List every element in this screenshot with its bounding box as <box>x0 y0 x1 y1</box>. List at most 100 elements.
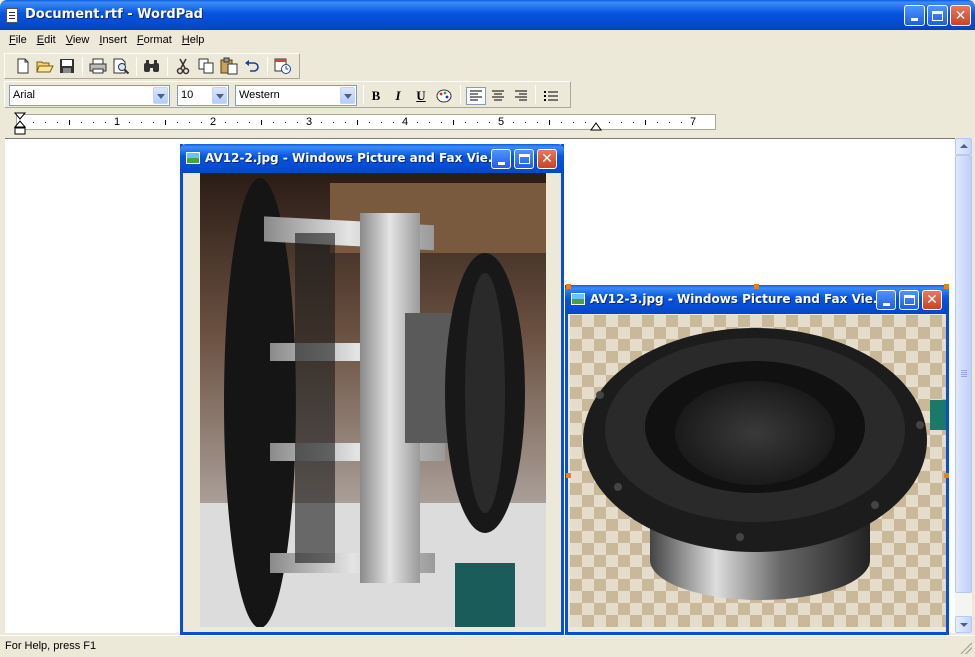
print-preview-button[interactable] <box>111 57 131 75</box>
menu-edit[interactable]: Edit <box>32 34 61 46</box>
find-button[interactable] <box>142 57 162 75</box>
indent-marker-icon[interactable] <box>14 112 26 136</box>
color-button[interactable] <box>434 87 454 105</box>
menu-insert[interactable]: Insert <box>94 34 132 46</box>
viewer-title-bar[interactable]: AV12-2.jpg - Windows Picture and Fax Vie… <box>180 144 564 173</box>
ruler-tick <box>237 122 238 123</box>
insert-date-time-button[interactable] <box>273 57 293 75</box>
ruler-tick <box>201 122 202 123</box>
save-button[interactable] <box>57 57 77 75</box>
close-icon: ✕ <box>954 7 967 24</box>
close-button[interactable]: ✕ <box>950 5 971 26</box>
viewer-title: AV12-3.jpg - Windows Picture and Fax Vie… <box>590 292 887 306</box>
align-left-button[interactable] <box>466 87 486 105</box>
grip-icon <box>961 370 967 377</box>
ruler-tick <box>249 122 250 123</box>
ruler-tick <box>153 122 154 123</box>
ruler-tick <box>621 122 622 123</box>
standard-toolbar <box>4 53 300 79</box>
scroll-up-button[interactable] <box>955 138 972 155</box>
new-icon <box>17 58 29 74</box>
menu-file[interactable]: File <box>4 34 32 46</box>
ruler-number: 1 <box>113 116 121 128</box>
open-button[interactable] <box>35 57 55 75</box>
picture-viewer-window[interactable]: AV12-2.jpg - Windows Picture and Fax Vie… <box>180 144 564 635</box>
ruler-tick <box>453 120 454 125</box>
close-button[interactable]: ✕ <box>537 149 557 169</box>
ruler-tick <box>105 122 106 123</box>
font-size-combo[interactable]: 10 <box>177 85 229 106</box>
paste-icon <box>220 57 238 75</box>
size-grip-icon[interactable] <box>960 642 972 654</box>
wordpad-icon[interactable] <box>6 8 18 23</box>
ruler-area: 1 2 3 4 5 7 <box>0 110 975 138</box>
align-right-button[interactable] <box>511 87 531 105</box>
ruler-tick <box>273 122 274 123</box>
underline-button[interactable]: U <box>411 87 431 105</box>
ruler-tick <box>285 122 286 123</box>
copy-button[interactable] <box>196 57 216 75</box>
vertical-scrollbar[interactable] <box>955 138 972 633</box>
new-button[interactable] <box>13 57 33 75</box>
window-title: Document.rtf - WordPad <box>25 7 203 22</box>
print-icon <box>89 58 107 74</box>
menu-view[interactable]: View <box>61 34 95 46</box>
print-button[interactable] <box>88 57 108 75</box>
ruler-tick <box>441 122 442 123</box>
undo-button[interactable] <box>242 57 262 75</box>
selection-handle[interactable] <box>566 284 571 289</box>
ruler-tick <box>633 122 634 123</box>
selection-handle[interactable] <box>754 284 759 289</box>
maximize-button[interactable] <box>927 5 948 26</box>
ruler-tick <box>585 122 586 123</box>
maximize-button[interactable] <box>514 149 534 169</box>
ruler-tick <box>465 122 466 123</box>
scroll-thumb[interactable] <box>955 155 972 593</box>
selection-handle[interactable] <box>944 284 949 289</box>
status-text: For Help, press F1 <box>5 640 97 652</box>
ruler-tick <box>393 122 394 123</box>
script-combo[interactable]: Western <box>235 85 357 106</box>
font-name-combo[interactable]: Arial <box>9 85 170 106</box>
picture-viewer-window[interactable]: AV12-3.jpg - Windows Picture and Fax Vie… <box>565 285 949 635</box>
maximize-button[interactable] <box>899 290 919 310</box>
cut-icon <box>176 58 190 75</box>
bold-button[interactable]: B <box>366 87 386 105</box>
selection-handle[interactable] <box>566 473 571 478</box>
chevron-down-icon[interactable] <box>212 87 227 104</box>
cut-button[interactable] <box>173 57 193 75</box>
paste-button[interactable] <box>219 57 239 75</box>
ruler-tick <box>93 122 94 123</box>
right-indent-marker-icon[interactable] <box>590 118 602 132</box>
title-bar[interactable]: Document.rtf - WordPad ✕ <box>0 0 975 30</box>
ruler-tick <box>489 122 490 123</box>
ruler-tick <box>573 122 574 123</box>
align-center-button[interactable] <box>488 87 508 105</box>
bullets-button[interactable] <box>541 87 561 105</box>
ruler-tick <box>369 122 370 123</box>
menu-format[interactable]: Format <box>132 34 177 46</box>
maximize-icon <box>903 295 915 305</box>
chevron-down-icon[interactable] <box>153 87 168 104</box>
ruler-tick <box>321 122 322 123</box>
bullets-icon <box>544 91 558 101</box>
chevron-down-icon[interactable] <box>340 87 355 104</box>
menu-help[interactable]: Help <box>177 34 210 46</box>
scroll-down-button[interactable] <box>955 616 972 633</box>
ruler-tick <box>165 120 166 125</box>
ruler-tick <box>333 122 334 123</box>
minimize-button[interactable] <box>876 290 896 310</box>
minimize-button[interactable] <box>904 5 925 26</box>
menu-bar: File Edit View Insert Format Help <box>4 30 971 50</box>
ruler[interactable]: 1 2 3 4 5 7 <box>16 114 716 130</box>
ruler-number: 3 <box>305 116 313 128</box>
save-icon <box>60 59 74 73</box>
italic-button[interactable]: I <box>388 87 408 105</box>
selection-handle[interactable] <box>944 473 949 478</box>
close-button[interactable]: ✕ <box>922 290 942 310</box>
ruler-number: 4 <box>401 116 409 128</box>
ruler-tick <box>177 122 178 123</box>
ruler-tick <box>477 122 478 123</box>
viewer-title-bar[interactable]: AV12-3.jpg - Windows Picture and Fax Vie… <box>565 285 949 314</box>
minimize-button[interactable] <box>491 149 511 169</box>
